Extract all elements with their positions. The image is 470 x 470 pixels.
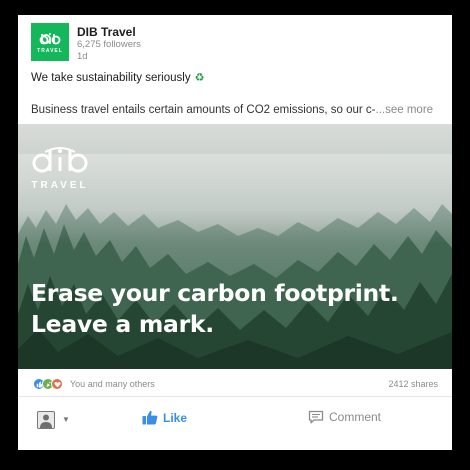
image-brand-mark: TRAVEL [30, 146, 90, 191]
headline-line-1: Erase your carbon footprint. [31, 279, 399, 307]
logo-word: TRAVEL [37, 47, 63, 54]
action-bar: ▼ Like Comment [18, 398, 452, 450]
avatar[interactable] [37, 411, 55, 429]
comment-label: Comment [329, 410, 382, 424]
dib-wordmark-icon [32, 147, 88, 173]
comment-icon [308, 410, 324, 424]
chevron-down-icon[interactable]: ▼ [62, 415, 70, 424]
recycle-icon: ♻ [194, 72, 205, 84]
reactions-bar: You and many others 2412 shares [18, 369, 452, 397]
reaction-icons[interactable] [33, 378, 63, 390]
image-headline: Erase your carbon footprint. Leave a mar… [31, 278, 446, 340]
like-label: Like [163, 410, 188, 425]
headline-line-2: Leave a mark. [31, 310, 214, 338]
follower-count: 6,275 followers [77, 39, 141, 50]
person-icon [40, 414, 52, 428]
post-body: Business travel entails certain amounts … [31, 104, 443, 116]
company-logo[interactable]: TRAVEL [31, 23, 69, 61]
post-title: We take sustainability seriously ♻ [31, 71, 205, 85]
post-body-text: Business travel entails certain amounts … [31, 104, 376, 116]
post-image[interactable]: TRAVEL Erase your carbon footprint. Leav… [18, 124, 452, 369]
thumbs-up-icon [142, 410, 158, 425]
reactions-summary[interactable]: You and many others [70, 379, 155, 389]
see-more-link[interactable]: ...see more [376, 104, 434, 116]
post-title-text: We take sustainability seriously [31, 71, 191, 84]
love-icon [51, 378, 63, 390]
post-card: TRAVEL DIB Travel 6,275 followers 1d We … [18, 15, 452, 450]
author-name[interactable]: DIB Travel [77, 25, 141, 39]
like-button[interactable]: Like [142, 410, 187, 425]
post-header: TRAVEL DIB Travel 6,275 followers 1d [31, 23, 441, 65]
dib-logo-icon [39, 32, 61, 44]
author-info: DIB Travel 6,275 followers 1d [77, 25, 141, 63]
comment-button[interactable]: Comment [308, 410, 381, 424]
post-time: 1d [77, 51, 88, 62]
share-count[interactable]: 2412 shares [388, 379, 438, 389]
image-brand-text: TRAVEL [31, 180, 89, 191]
